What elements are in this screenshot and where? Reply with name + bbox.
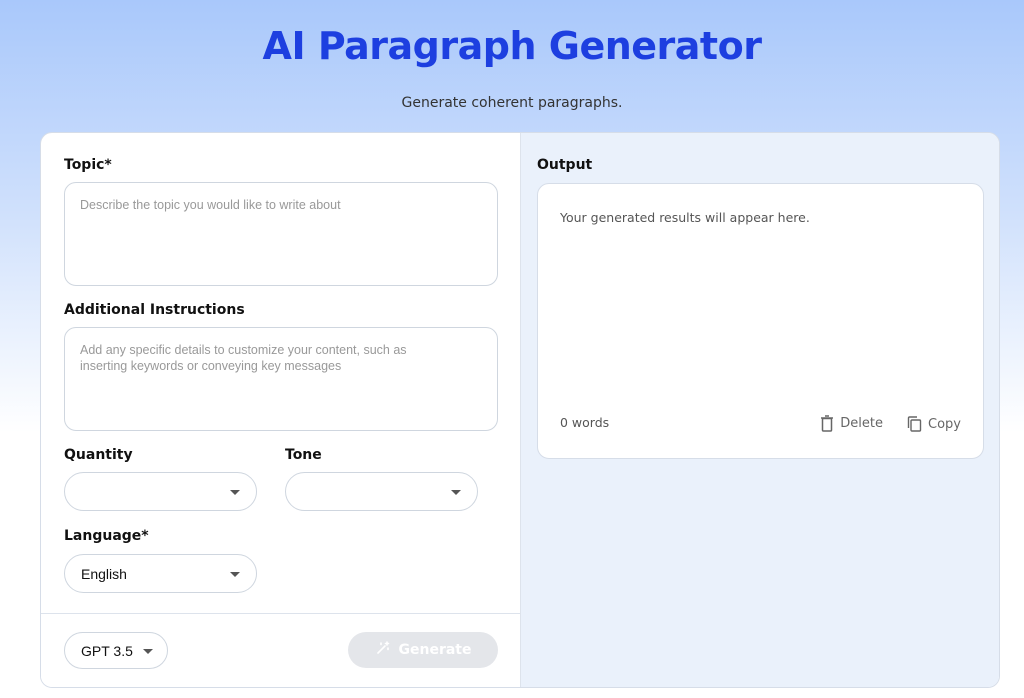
delete-button[interactable]: Delete — [820, 415, 883, 432]
word-count: 0 words — [560, 415, 610, 430]
quantity-label: Quantity — [64, 447, 133, 463]
copy-button[interactable]: Copy — [907, 416, 961, 432]
input-footer: GPT 3.5 Generate — [41, 613, 520, 687]
delete-label: Delete — [840, 416, 883, 431]
tone-label: Tone — [285, 447, 322, 463]
copy-label: Copy — [928, 416, 961, 432]
page-title: AI Paragraph Generator — [262, 24, 762, 68]
chevron-down-icon — [451, 489, 461, 495]
output-panel: Output Your generated results will appea… — [521, 133, 999, 687]
additional-instructions-input[interactable]: Add any specific details to customize yo… — [64, 327, 498, 431]
additional-instructions-label: Additional Instructions — [64, 302, 245, 318]
input-panel: Topic* Describe the topic you would like… — [41, 133, 521, 687]
output-box: Your generated results will appear here.… — [537, 183, 984, 459]
chevron-down-icon — [230, 571, 240, 577]
tone-select[interactable] — [285, 472, 478, 511]
generate-button[interactable]: Generate — [348, 632, 498, 668]
model-select[interactable]: GPT 3.5 — [64, 632, 168, 669]
model-value: GPT 3.5 — [81, 642, 133, 659]
language-select[interactable]: English — [64, 554, 257, 593]
topic-label: Topic* — [64, 157, 112, 173]
language-value: English — [81, 565, 127, 582]
copy-icon — [907, 416, 922, 432]
quantity-select[interactable] — [64, 472, 257, 511]
generator-card: Topic* Describe the topic you would like… — [40, 132, 1000, 688]
page-subtitle: Generate coherent paragraphs. — [401, 95, 623, 111]
output-label: Output — [537, 157, 593, 173]
magic-wand-icon — [375, 640, 391, 660]
trash-icon — [820, 415, 834, 432]
chevron-down-icon — [230, 489, 240, 495]
topic-input[interactable]: Describe the topic you would like to wri… — [64, 182, 498, 286]
language-label: Language* — [64, 528, 149, 544]
chevron-down-icon — [143, 648, 153, 654]
output-placeholder: Your generated results will appear here. — [560, 210, 810, 225]
generate-label: Generate — [398, 642, 472, 658]
